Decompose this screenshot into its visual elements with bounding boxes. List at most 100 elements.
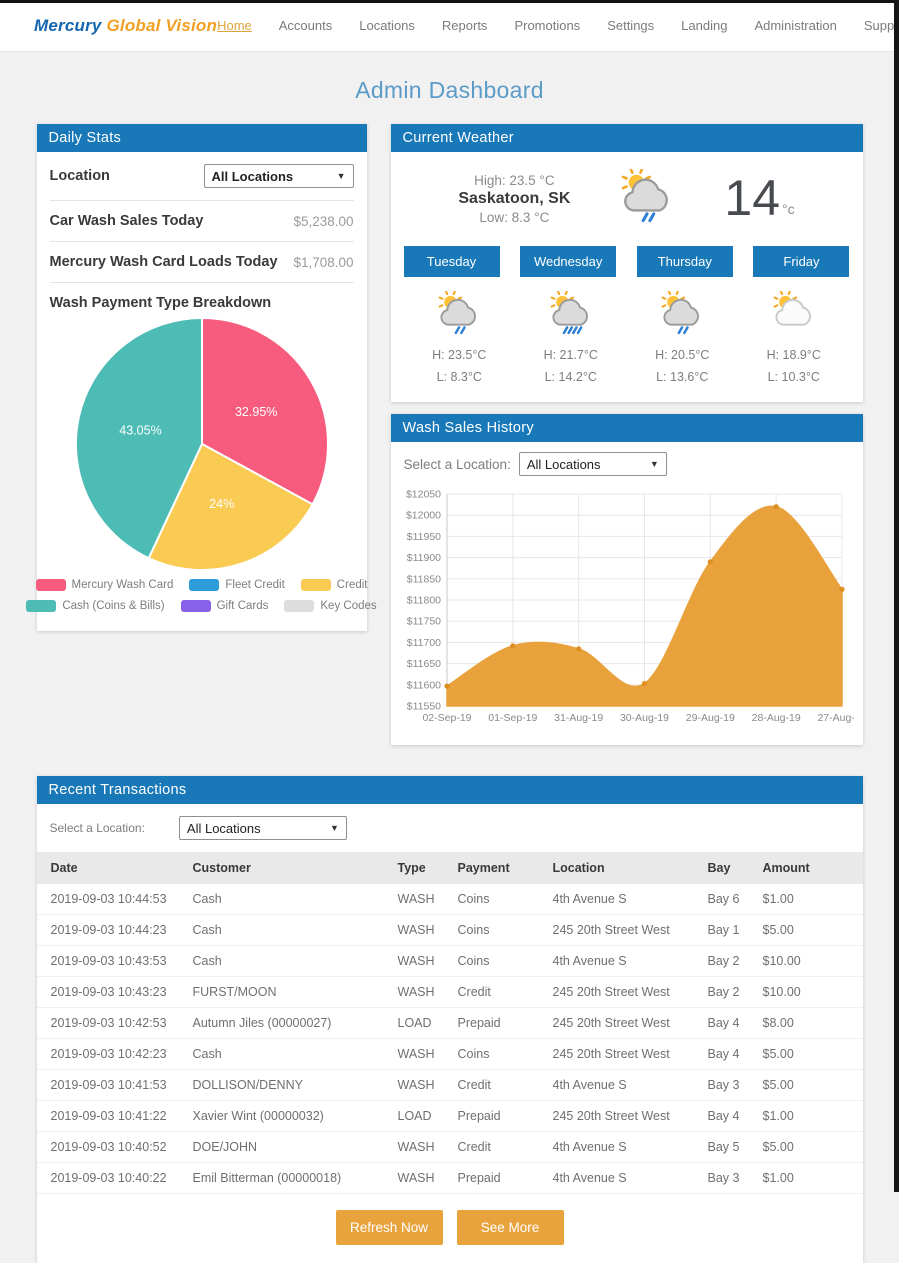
sun-cloud-light-rain-icon (657, 322, 707, 339)
cell-date: 2019-09-03 10:44:23 (37, 915, 187, 946)
cell-bay: Bay 1 (702, 915, 757, 946)
column-header-type: Type (392, 852, 452, 884)
refresh-now-button[interactable]: Refresh Now (336, 1210, 443, 1245)
cell-date: 2019-09-03 10:41:22 (37, 1101, 187, 1132)
y-tick-label: $11900 (406, 552, 440, 564)
x-tick-label: 27-Aug-19 (817, 712, 854, 724)
cell-date: 2019-09-03 10:42:23 (37, 1039, 187, 1070)
table-row: 2019-09-03 10:40:22Emil Bitterman (00000… (37, 1163, 863, 1194)
cell-type: LOAD (392, 1101, 452, 1132)
chevron-down-icon: ▼ (330, 823, 339, 833)
logo-part-2: Global Vision (106, 16, 217, 35)
cell-amount: $5.00 (757, 1132, 863, 1163)
daily-stats-location-select[interactable]: All Locations ▼ (204, 164, 354, 188)
nav-item-home[interactable]: Home (217, 18, 252, 33)
forecast-cell-friday: H: 18.9°C L: 10.3°C (738, 291, 850, 384)
day-button-wednesday[interactable]: Wednesday (520, 246, 616, 277)
cell-location: 245 20th Street West (547, 977, 702, 1008)
sales-history-select-label: Select a Location: (404, 457, 511, 472)
cell-date: 2019-09-03 10:44:53 (37, 884, 187, 915)
cell-bay: Bay 3 (702, 1070, 757, 1101)
data-point (510, 643, 515, 648)
legend-item: Credit (301, 579, 368, 591)
nav-item-administration[interactable]: Administration (754, 18, 836, 33)
y-tick-label: $11650 (406, 658, 440, 670)
legend-item: Mercury Wash Card (36, 579, 174, 591)
sun-cloud-icon (769, 322, 819, 339)
day-button-tuesday[interactable]: Tuesday (404, 246, 500, 277)
cell-payment: Credit (452, 1070, 547, 1101)
see-more-button[interactable]: See More (457, 1210, 564, 1245)
transactions-location-select[interactable]: All Locations ▼ (179, 816, 347, 840)
main-nav: Home Accounts Locations Reports Promotions Se… (217, 18, 899, 33)
cell-customer: Cash (187, 946, 392, 977)
chevron-down-icon: ▼ (650, 459, 659, 469)
table-row: 2019-09-03 10:42:23CashWASHCoins245 20th… (37, 1039, 863, 1070)
cell-bay: Bay 4 (702, 1008, 757, 1039)
legend-label: Mercury Wash Card (72, 579, 174, 591)
nav-item-settings[interactable]: Settings (607, 18, 654, 33)
y-tick-label: $11700 (406, 637, 440, 649)
cell-location: 4th Avenue S (547, 1132, 702, 1163)
forecast-cell-wednesday: H: 21.7°C L: 14.2°C (515, 291, 627, 384)
top-bar: Mercury Global Vision Home Accounts Locati… (0, 0, 899, 52)
weather-city: Saskatoon, SK (458, 190, 570, 208)
stat-label: Mercury Wash Card Loads Today (50, 254, 278, 270)
legend-swatch (181, 600, 211, 612)
cell-bay: Bay 5 (702, 1132, 757, 1163)
cell-payment: Credit (452, 1132, 547, 1163)
x-tick-label: 01-Sep-19 (488, 712, 537, 724)
cell-customer: DOE/JOHN (187, 1132, 392, 1163)
cell-amount: $5.00 (757, 915, 863, 946)
forecast-low: L: 13.6°C (627, 370, 739, 384)
nav-item-reports[interactable]: Reports (442, 18, 488, 33)
table-header-row: DateCustomerTypePaymentLocationBayAmount (37, 852, 863, 884)
nav-item-landing[interactable]: Landing (681, 18, 727, 33)
legend-item: Fleet Credit (189, 579, 284, 591)
nav-item-accounts[interactable]: Accounts (279, 18, 332, 33)
forecast-low: L: 14.2°C (515, 370, 627, 384)
cell-type: WASH (392, 1163, 452, 1194)
cell-customer: Cash (187, 1039, 392, 1070)
day-button-friday[interactable]: Friday (753, 246, 849, 277)
pie-legend: Mercury Wash Card Fleet Credit Credit Ca… (50, 579, 354, 612)
legend-label: Key Codes (320, 600, 376, 612)
wash-sales-history-panel: Wash Sales History Select a Location: Al… (391, 414, 863, 745)
sales-history-location-select[interactable]: All Locations ▼ (519, 452, 667, 476)
cell-customer: DOLLISON/DENNY (187, 1070, 392, 1101)
day-button-thursday[interactable]: Thursday (637, 246, 733, 277)
forecast-high: H: 21.7°C (515, 348, 627, 362)
daily-stats-panel: Daily Stats Location All Locations ▼ Car… (37, 124, 367, 631)
pie-slice-label: 24% (209, 497, 234, 511)
y-tick-label: $12000 (405, 510, 440, 522)
x-tick-label: 31-Aug-19 (554, 712, 603, 724)
sun-cloud-light-rain-icon (434, 322, 484, 339)
y-tick-label: $11950 (406, 531, 440, 543)
data-point (641, 681, 646, 686)
cell-customer: Autumn Jiles (00000027) (187, 1008, 392, 1039)
data-point (576, 646, 581, 651)
location-row: Location All Locations ▼ (50, 152, 354, 201)
stat-value: $5,238.00 (293, 214, 353, 229)
cell-type: WASH (392, 977, 452, 1008)
sun-cloud-rain-icon (546, 322, 596, 339)
nav-item-locations[interactable]: Locations (359, 18, 415, 33)
cell-location: 4th Avenue S (547, 1070, 702, 1101)
cell-amount: $10.00 (757, 946, 863, 977)
location-label: Location (50, 168, 110, 184)
transactions-header: Recent Transactions (37, 776, 863, 804)
wash-sales-area-chart: $11550$11600$11650$11700$11750$11800$118… (391, 480, 863, 745)
cell-amount: $1.00 (757, 1101, 863, 1132)
column-header-bay: Bay (702, 852, 757, 884)
table-row: 2019-09-03 10:43:23FURST/MOONWASHCredit2… (37, 977, 863, 1008)
cell-date: 2019-09-03 10:43:53 (37, 946, 187, 977)
cell-type: WASH (392, 1039, 452, 1070)
cell-amount: $8.00 (757, 1008, 863, 1039)
cell-date: 2019-09-03 10:43:23 (37, 977, 187, 1008)
cell-location: 245 20th Street West (547, 1008, 702, 1039)
legend-swatch (301, 579, 331, 591)
column-header-amount: Amount (757, 852, 863, 884)
logo: Mercury Global Vision (34, 16, 217, 36)
legend-label: Credit (337, 579, 368, 591)
nav-item-promotions[interactable]: Promotions (514, 18, 580, 33)
